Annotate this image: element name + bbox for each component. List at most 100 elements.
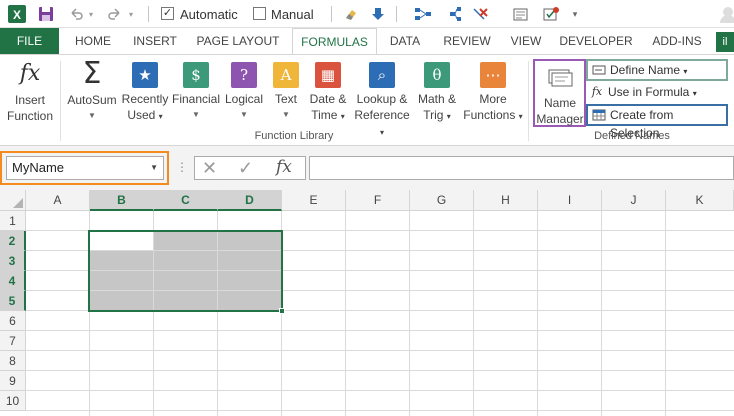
undo-dropdown-icon[interactable]: ▾ bbox=[86, 5, 96, 23]
logical-button[interactable]: ? Logical ▼ bbox=[222, 59, 266, 123]
row-header[interactable]: 9 bbox=[0, 371, 26, 391]
row-header[interactable]: 3 bbox=[0, 251, 26, 271]
column-header[interactable]: H bbox=[474, 190, 538, 211]
arrow-down-icon[interactable] bbox=[370, 5, 386, 23]
column-header[interactable]: D bbox=[218, 190, 282, 211]
recently-used-button[interactable]: ★ Recently Used ▾ bbox=[120, 59, 170, 125]
recently-used-label: Recently Used ▾ bbox=[121, 92, 169, 122]
tab-review[interactable]: REVIEW bbox=[440, 28, 494, 54]
manual-checkbox[interactable] bbox=[253, 7, 266, 20]
name-box[interactable]: MyName ▼ bbox=[6, 156, 164, 180]
function-library-group-label: Function Library bbox=[254, 130, 334, 142]
coins-book-icon: $ bbox=[183, 62, 209, 88]
select-all-corner[interactable] bbox=[0, 190, 26, 211]
calendar-book-icon: ▦ bbox=[315, 62, 341, 88]
tab-formulas[interactable]: FORMULAS bbox=[292, 28, 377, 55]
enter-check-icon[interactable]: ✓ bbox=[238, 158, 253, 178]
row-header[interactable]: 1 bbox=[0, 211, 26, 231]
column-header[interactable]: J bbox=[602, 190, 666, 211]
lookup-reference-button[interactable]: ⌕ Lookup & Reference ▾ bbox=[352, 59, 412, 141]
fill-handle[interactable] bbox=[279, 308, 285, 314]
column-header[interactable]: B bbox=[90, 190, 154, 211]
trace-dependents-icon[interactable] bbox=[444, 5, 462, 23]
trace-precedents-icon[interactable] bbox=[414, 5, 432, 23]
tab-page-layout[interactable]: PAGE LAYOUT bbox=[192, 28, 284, 54]
account-icon[interactable] bbox=[714, 5, 734, 23]
selection-border bbox=[88, 230, 283, 312]
math-trig-button[interactable]: θ Math & Trig ▾ bbox=[412, 59, 462, 125]
remove-arrows-icon[interactable] bbox=[472, 5, 490, 23]
formula-bar-grip-icon[interactable]: ⋮ bbox=[176, 160, 188, 174]
row-header[interactable]: 6 bbox=[0, 311, 26, 331]
name-tag-icon bbox=[592, 63, 606, 77]
create-from-selection-button[interactable]: Create from Selection bbox=[586, 104, 728, 140]
tab-developer[interactable]: DEVELOPER bbox=[558, 28, 634, 54]
row-header[interactable]: 8 bbox=[0, 351, 26, 371]
save-icon[interactable] bbox=[37, 5, 55, 23]
dropdown-arrow-icon: ▼ bbox=[240, 110, 248, 119]
define-name-button[interactable]: Define Name ▾ bbox=[586, 59, 728, 81]
cancel-icon[interactable]: ✕ bbox=[202, 158, 217, 178]
column-header[interactable]: C bbox=[154, 190, 218, 211]
column-header[interactable]: A bbox=[26, 190, 90, 211]
automatic-label: Automatic bbox=[180, 7, 238, 22]
grid-line bbox=[409, 211, 410, 416]
sigma-icon: Σ bbox=[82, 56, 102, 91]
column-header[interactable]: F bbox=[346, 190, 410, 211]
row-header[interactable]: 2 bbox=[0, 231, 26, 251]
tab-home[interactable]: HOME bbox=[66, 28, 120, 54]
row-header[interactable]: 7 bbox=[0, 331, 26, 351]
text-button[interactable]: A Text ▼ bbox=[268, 59, 304, 123]
customize-toolbar-icon[interactable]: ▾ bbox=[570, 5, 580, 23]
toolbar-divider bbox=[148, 6, 149, 22]
define-name-label: Define Name bbox=[610, 63, 681, 77]
financial-label: Financial bbox=[171, 92, 221, 106]
use-in-formula-button[interactable]: fx Use in Formula ▾ bbox=[586, 82, 728, 102]
grid-line bbox=[26, 330, 734, 331]
dropdown-arrow-icon: ▼ bbox=[282, 110, 290, 119]
toolbar-divider bbox=[331, 6, 332, 22]
financial-button[interactable]: $ Financial ▼ bbox=[170, 59, 222, 123]
svg-text:X: X bbox=[13, 8, 21, 22]
autosum-button[interactable]: Σ AutoSum ▼ bbox=[64, 59, 120, 124]
insert-function-button[interactable]: fx Insert Function bbox=[2, 59, 58, 124]
grid-line bbox=[473, 211, 474, 416]
logical-label: Logical bbox=[224, 92, 264, 106]
row-header[interactable]: 5 bbox=[0, 291, 26, 311]
theta-book-icon: θ bbox=[424, 62, 450, 88]
column-header[interactable]: I bbox=[538, 190, 602, 211]
account-name-tab[interactable]: il bbox=[716, 28, 734, 54]
column-header[interactable]: E bbox=[282, 190, 346, 211]
grid-line bbox=[26, 410, 734, 411]
more-functions-label: More Functions ▾ bbox=[463, 92, 523, 122]
name-manager-button[interactable]: Name Manager bbox=[533, 59, 586, 127]
row-header[interactable]: 10 bbox=[0, 391, 26, 411]
grid-line bbox=[345, 211, 346, 416]
star-book-icon: ★ bbox=[132, 62, 158, 88]
automatic-checkbox[interactable]: ✓ bbox=[161, 7, 174, 20]
tab-view[interactable]: VIEW bbox=[506, 28, 546, 54]
column-header[interactable]: K bbox=[666, 190, 734, 211]
date-time-button[interactable]: ▦ Date & Time ▾ bbox=[304, 59, 352, 125]
text-label: Text bbox=[274, 92, 297, 106]
use-in-formula-label: Use in Formula bbox=[608, 85, 690, 99]
defined-names-group-label: Defined Names bbox=[594, 130, 670, 142]
eraser-icon[interactable] bbox=[343, 5, 359, 23]
insert-function-fx-icon[interactable]: fx bbox=[276, 157, 292, 177]
formula-input[interactable] bbox=[309, 156, 734, 180]
more-functions-button[interactable]: ⋯ More Functions ▾ bbox=[462, 59, 524, 125]
worksheet-grid[interactable]: A B C D E F G H I J K 1 2 3 4 5 6 7 8 9 … bbox=[0, 190, 734, 416]
row-header[interactable]: 4 bbox=[0, 271, 26, 291]
error-checking-icon[interactable] bbox=[542, 5, 560, 23]
tab-add-ins[interactable]: ADD-INS bbox=[646, 28, 708, 54]
tab-insert[interactable]: INSERT bbox=[127, 28, 183, 54]
redo-icon[interactable] bbox=[106, 5, 124, 23]
tab-file[interactable]: FILE bbox=[0, 28, 59, 54]
fx-icon: fx bbox=[19, 61, 41, 86]
column-header[interactable]: G bbox=[410, 190, 474, 211]
undo-icon[interactable] bbox=[67, 5, 85, 23]
tab-data[interactable]: DATA bbox=[385, 28, 425, 54]
show-formulas-icon[interactable] bbox=[512, 5, 530, 23]
name-box-dropdown-icon[interactable]: ▼ bbox=[150, 157, 158, 179]
redo-dropdown-icon[interactable]: ▾ bbox=[126, 5, 136, 23]
